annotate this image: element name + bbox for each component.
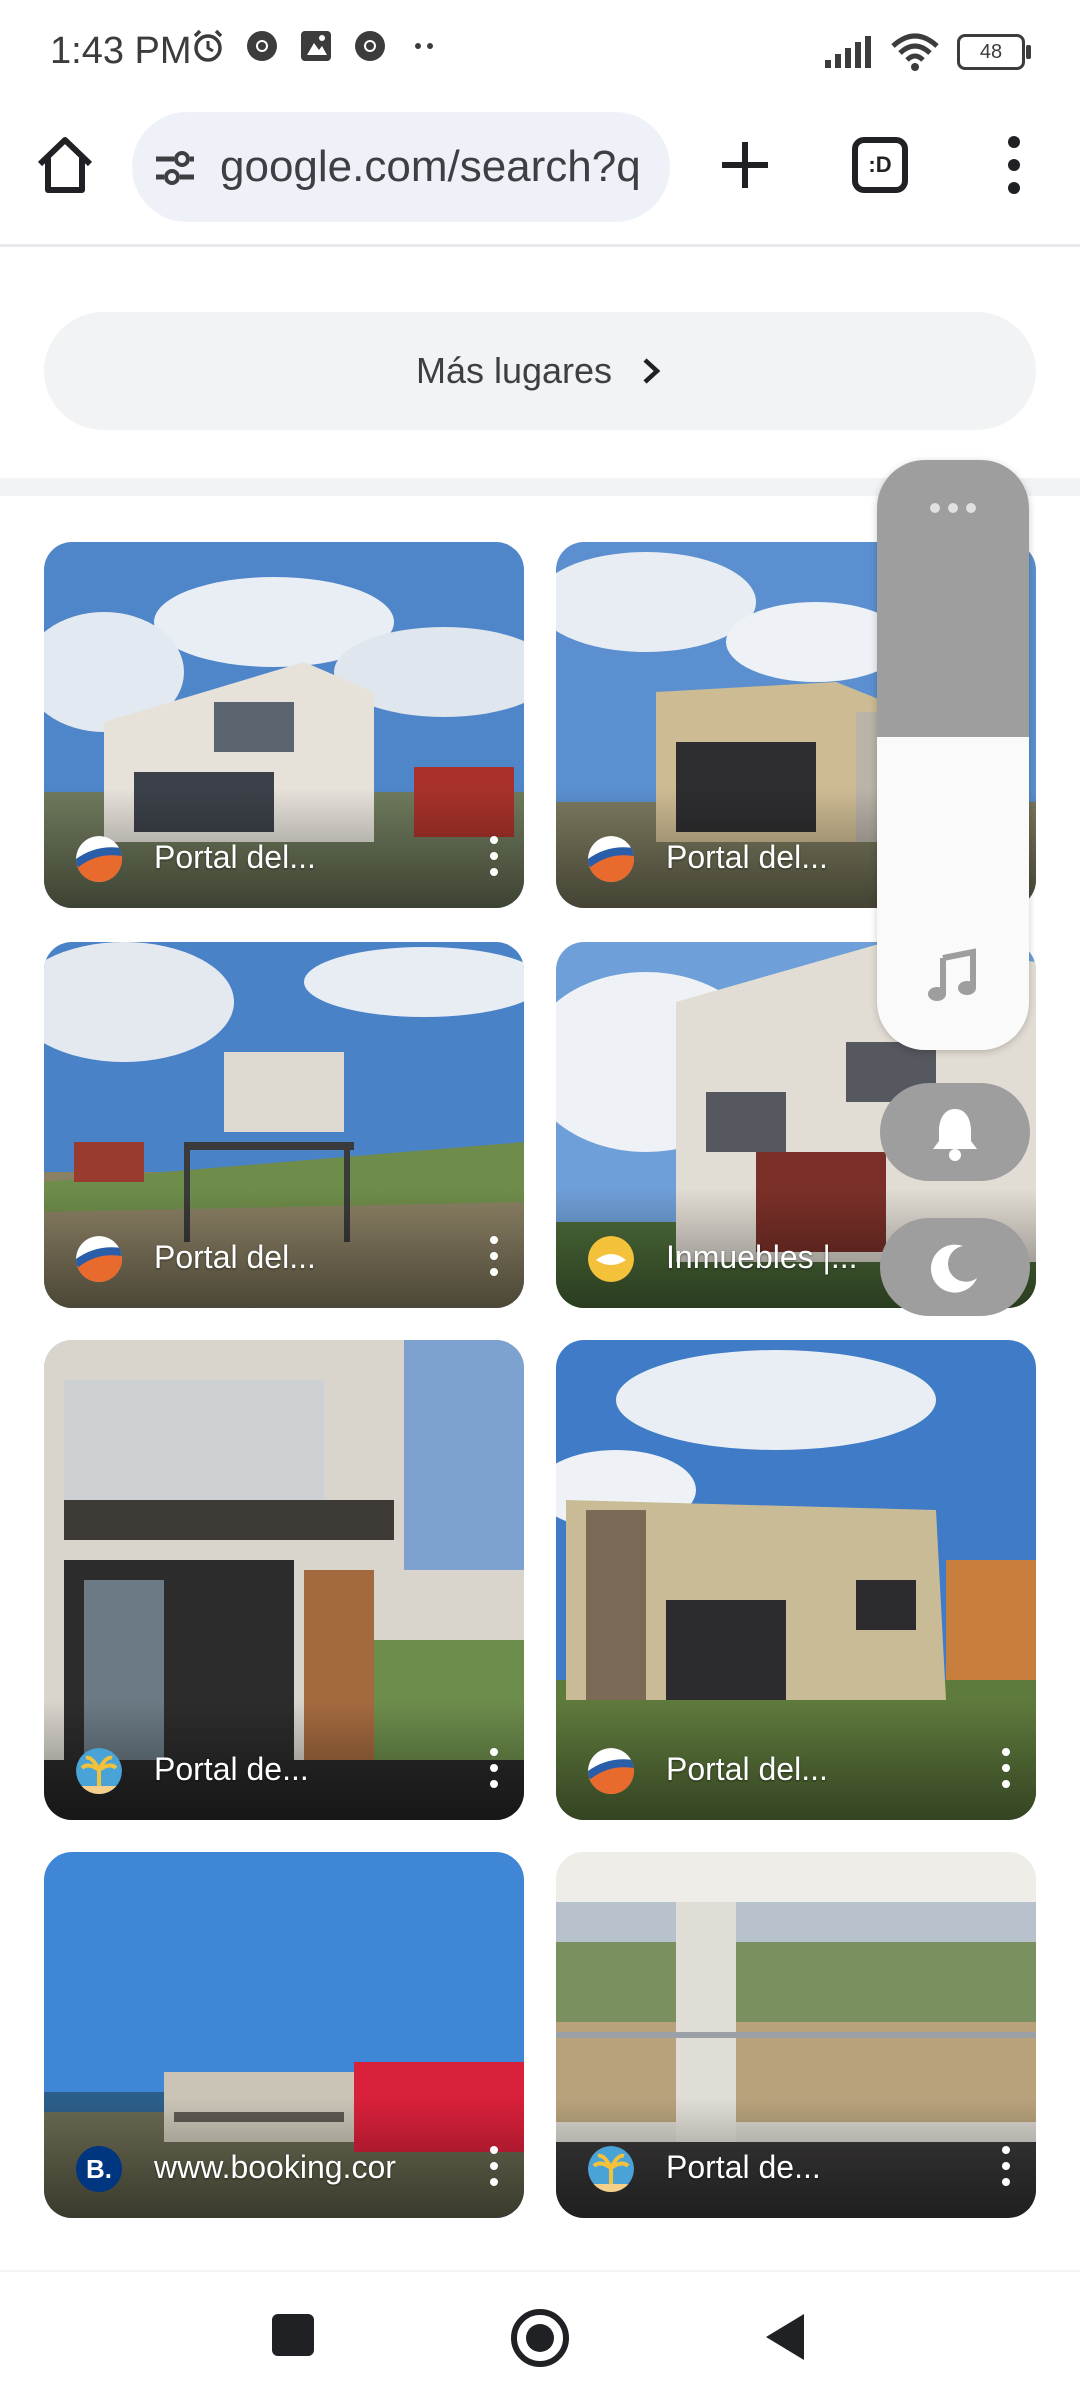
do-not-disturb-button[interactable] [880, 1218, 1030, 1316]
url-text[interactable]: google.com/search?q [220, 142, 660, 192]
system-nav-bar [0, 2270, 1080, 2402]
card-menu-icon[interactable] [486, 1234, 502, 1278]
image-card[interactable]: Portal de... [44, 1340, 524, 1820]
site-settings-icon[interactable] [152, 145, 198, 191]
inmuebles-favicon [588, 1236, 634, 1282]
signal-icon [825, 36, 871, 68]
status-left-icons [190, 28, 442, 64]
more-places-button[interactable]: Más lugares [44, 312, 1036, 430]
card-menu-icon[interactable] [486, 834, 502, 878]
wifi-icon [891, 33, 939, 71]
image-card[interactable]: Portal del... [556, 1340, 1036, 1820]
back-triangle-icon[interactable] [762, 2312, 808, 2362]
portal-del-este-favicon [76, 1236, 122, 1282]
card-source: Inmuebles |... [666, 1239, 858, 1275]
card-source: Portal del... [154, 839, 316, 875]
portal-de-palmera-favicon [588, 2146, 634, 2192]
photos-icon [301, 31, 331, 61]
more-horizontal-icon[interactable] [927, 500, 979, 516]
browser-toolbar: google.com/search?q :D [0, 110, 1080, 225]
image-card[interactable]: B. www.booking.cor [44, 1852, 524, 2218]
moon-icon [930, 1244, 977, 1293]
tab-switcher-icon[interactable]: :D [852, 137, 908, 193]
overflow-menu-icon[interactable] [992, 132, 1036, 198]
chevron-right-icon [643, 358, 661, 384]
toolbar-divider [0, 244, 1080, 247]
portal-del-este-favicon [76, 836, 122, 882]
new-tab-icon[interactable] [712, 132, 778, 198]
music-note-icon [928, 948, 976, 1001]
volume-slider[interactable] [877, 460, 1029, 1050]
booking-favicon: B. [76, 2146, 122, 2192]
more-dots-icon [415, 43, 433, 49]
status-right-icons: 48 [823, 32, 1031, 72]
status-time: 1:43 PM [50, 30, 192, 72]
bell-icon [933, 1109, 977, 1161]
more-places-label: Más lugares [415, 350, 613, 391]
recents-square-icon[interactable] [270, 2312, 316, 2358]
alarm-icon [193, 29, 223, 62]
home-circle-icon[interactable] [510, 2308, 570, 2368]
portal-del-este-favicon [588, 836, 634, 882]
card-source: Portal del... [666, 839, 828, 875]
card-source: www.booking.cor [154, 2149, 396, 2185]
status-bar: 1:43 PM 48 [0, 0, 1080, 100]
card-source: Portal del... [666, 1751, 828, 1787]
portal-del-este-favicon [588, 1748, 634, 1794]
card-menu-icon[interactable] [998, 2144, 1014, 2188]
card-menu-icon[interactable] [486, 1746, 502, 1790]
url-bar[interactable]: google.com/search?q [132, 112, 670, 222]
home-icon[interactable] [30, 130, 100, 200]
card-source: Portal de... [154, 1751, 309, 1787]
card-source: Portal de... [666, 2149, 821, 2185]
chrome-icon-2 [355, 31, 385, 61]
image-card[interactable]: Portal del... [44, 542, 524, 908]
image-card[interactable]: Portal del... [44, 942, 524, 1308]
image-card[interactable]: Portal de... [556, 1852, 1036, 2218]
chrome-icon [247, 31, 277, 61]
card-source: Portal del... [154, 1239, 316, 1275]
battery-icon: 48 [957, 34, 1031, 70]
ring-mode-button[interactable] [880, 1083, 1030, 1181]
card-menu-icon[interactable] [486, 2144, 502, 2188]
portal-de-palmera-favicon [76, 1748, 122, 1794]
card-menu-icon[interactable] [998, 1746, 1014, 1790]
